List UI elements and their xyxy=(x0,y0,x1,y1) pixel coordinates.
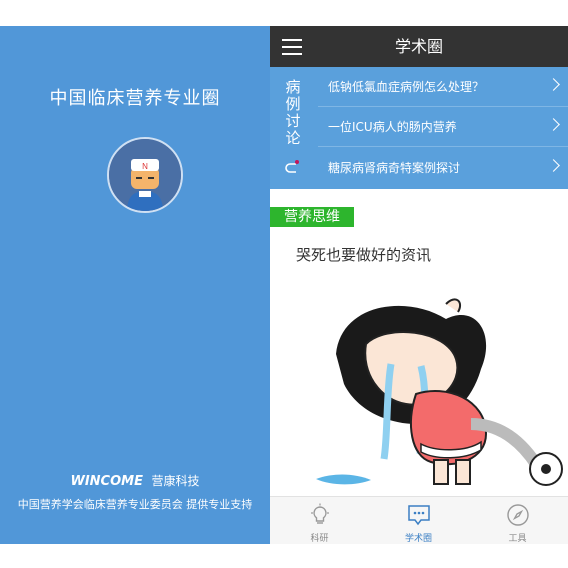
bottom-tab-bar: 科研 学术圈 工具 xyxy=(270,496,568,544)
menu-icon[interactable] xyxy=(282,39,302,55)
chevron-right-icon xyxy=(547,118,560,131)
article-title[interactable]: 哭死也要做好的资讯 xyxy=(296,244,431,265)
brand-cn: 营康科技 xyxy=(151,474,200,488)
splash-screen: 中国临床营养专业圈 N WINCOME 营康科技 中国营养学会临床营养专业委员会… xyxy=(0,26,270,544)
discussion-hook-icon xyxy=(285,160,299,173)
chevron-right-icon xyxy=(547,159,560,172)
page-title: 学术圈 xyxy=(394,37,443,56)
support-text: 中国营养学会临床营养专业委员会 提供专业支持 xyxy=(17,498,253,511)
avatar: N xyxy=(107,137,183,213)
discussion-item[interactable]: 糖尿病肾病奇特案例探讨 xyxy=(318,148,568,188)
article-illustration[interactable] xyxy=(296,274,566,494)
case-discussion-panel: 病例讨论 低钠低氯血症病例怎么处理？ 一位ICU病人的肠内营养 糖尿病肾病奇特案… xyxy=(270,67,568,189)
discussion-item[interactable]: 一位ICU病人的肠内营养 xyxy=(318,107,568,147)
section-tag[interactable]: 营养思维 xyxy=(270,207,354,227)
tab-academic-circle[interactable]: 学术圈 xyxy=(369,497,468,544)
case-discussion-label: 病例讨论 xyxy=(270,67,318,189)
discussion-item-text: 一位ICU病人的肠内营养 xyxy=(328,120,457,134)
app-screen: 学术圈 病例讨论 低钠低氯血症病例怎么处理？ 一位ICU病人的肠内营养 糖尿病肾… xyxy=(270,26,568,544)
tab-research[interactable]: 科研 xyxy=(270,497,369,544)
top-bar: 学术圈 xyxy=(270,26,568,67)
tab-label: 学术圈 xyxy=(404,534,432,544)
tab-label: 科研 xyxy=(310,534,329,544)
brand-logo: WINCOME 营康科技 xyxy=(0,472,270,489)
nurse-avatar-icon: N xyxy=(109,139,181,211)
tab-tools[interactable]: 工具 xyxy=(468,497,567,544)
case-discussion-label-text: 病例讨论 xyxy=(285,78,301,147)
brand-en: WINCOME xyxy=(70,474,143,489)
chevron-right-icon xyxy=(547,78,560,91)
discussion-item[interactable]: 低钠低氯血症病例怎么处理？ xyxy=(318,67,568,107)
tab-label: 工具 xyxy=(508,534,527,544)
lightbulb-icon xyxy=(311,503,329,524)
svg-text:N: N xyxy=(142,162,148,171)
chat-icon xyxy=(408,505,430,526)
compass-icon xyxy=(507,504,529,526)
discussion-item-text: 低钠低氯血症病例怎么处理？ xyxy=(328,80,485,94)
splash-title: 中国临床营养专业圈 xyxy=(49,88,221,109)
discussion-item-text: 糖尿病肾病奇特案例探讨 xyxy=(328,161,461,175)
